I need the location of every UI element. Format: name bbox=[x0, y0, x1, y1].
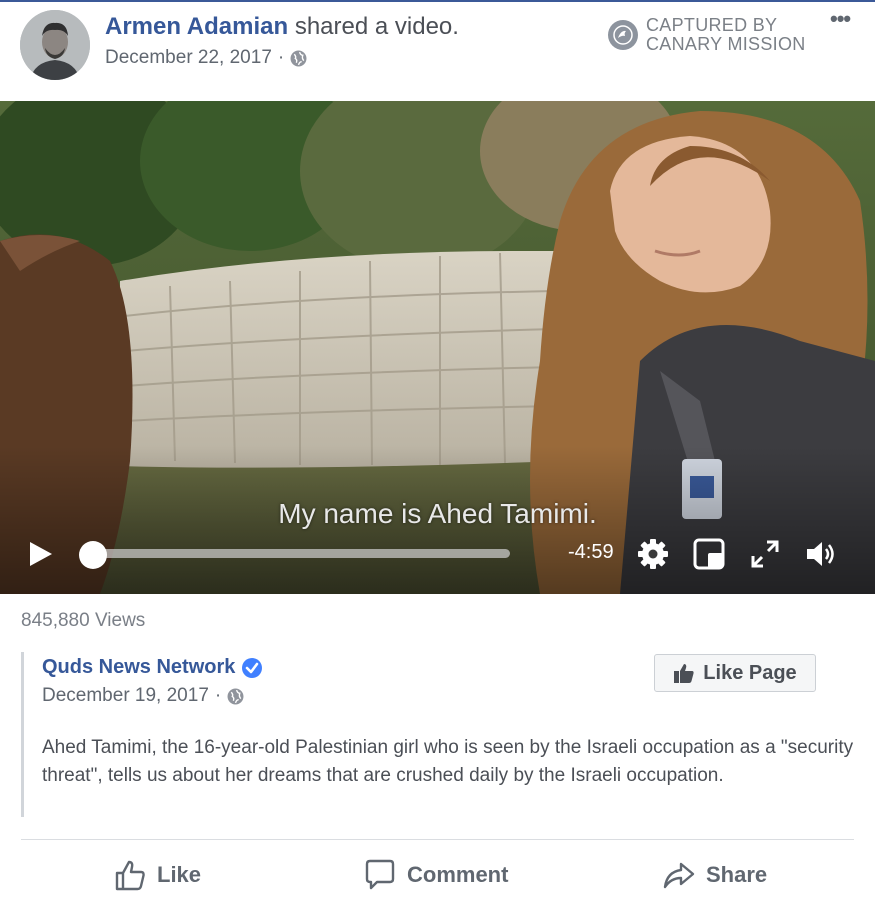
view-count: 845,880 Views bbox=[21, 610, 146, 631]
author-avatar[interactable] bbox=[20, 10, 90, 80]
more-options-icon[interactable]: ••• bbox=[830, 6, 851, 32]
shared-post-description: Ahed Tamimi, the 16-year-old Palestinian… bbox=[42, 737, 854, 786]
globe-icon[interactable] bbox=[227, 688, 244, 705]
comment-icon bbox=[365, 859, 395, 890]
comment-button[interactable]: Comment bbox=[363, 858, 508, 892]
post-date-row: December 22, 2017 · bbox=[105, 47, 307, 69]
date-separator: · bbox=[214, 685, 222, 706]
like-button[interactable]: Like bbox=[113, 858, 201, 892]
picture-in-picture-icon[interactable] bbox=[692, 537, 726, 571]
shared-page-name-row: Quds News Network bbox=[42, 656, 263, 679]
actions-divider bbox=[21, 839, 854, 840]
play-icon[interactable] bbox=[28, 540, 54, 568]
video-progress-knob[interactable] bbox=[79, 541, 107, 569]
shared-post-accent-bar bbox=[21, 652, 24, 817]
volume-icon[interactable] bbox=[804, 537, 838, 571]
share-label: Share bbox=[706, 862, 768, 887]
canary-mission-watermark: CAPTURED BY CANARY MISSION bbox=[608, 16, 806, 54]
share-icon bbox=[663, 862, 695, 889]
post-header-line: Armen Adamian shared a video. bbox=[105, 12, 459, 42]
date-separator: · bbox=[277, 47, 285, 68]
video-subtitle: My name is Ahed Tamimi. bbox=[278, 498, 597, 529]
shared-post-date[interactable]: December 19, 2017 bbox=[42, 685, 209, 707]
canary-mission-logo-icon bbox=[608, 20, 638, 50]
author-name-link[interactable]: Armen Adamian bbox=[105, 13, 288, 40]
video-progress-track[interactable] bbox=[92, 549, 510, 558]
thumbs-up-icon bbox=[674, 664, 694, 683]
globe-icon[interactable] bbox=[290, 50, 307, 67]
fullscreen-icon[interactable] bbox=[748, 537, 782, 571]
like-label: Like bbox=[157, 862, 202, 887]
like-icon bbox=[115, 860, 145, 891]
like-page-button[interactable]: Like Page bbox=[654, 654, 816, 692]
settings-icon[interactable] bbox=[636, 537, 670, 571]
post-action-text: shared a video. bbox=[294, 13, 459, 40]
watermark-text: CAPTURED BY CANARY MISSION bbox=[646, 15, 806, 54]
post-date[interactable]: December 22, 2017 bbox=[105, 47, 272, 69]
verified-badge-icon bbox=[242, 657, 263, 678]
like-page-label: Like Page bbox=[703, 661, 797, 684]
video-player[interactable]: My name is Ahed Tamimi. -4:59 bbox=[0, 101, 875, 594]
comment-label: Comment bbox=[407, 862, 509, 887]
shared-post-date-row: December 19, 2017 · bbox=[42, 685, 244, 707]
shared-page-name-link[interactable]: Quds News Network bbox=[42, 656, 235, 679]
video-time-remaining: -4:59 bbox=[568, 541, 614, 563]
share-button[interactable]: Share bbox=[662, 858, 767, 892]
top-border bbox=[0, 0, 875, 2]
